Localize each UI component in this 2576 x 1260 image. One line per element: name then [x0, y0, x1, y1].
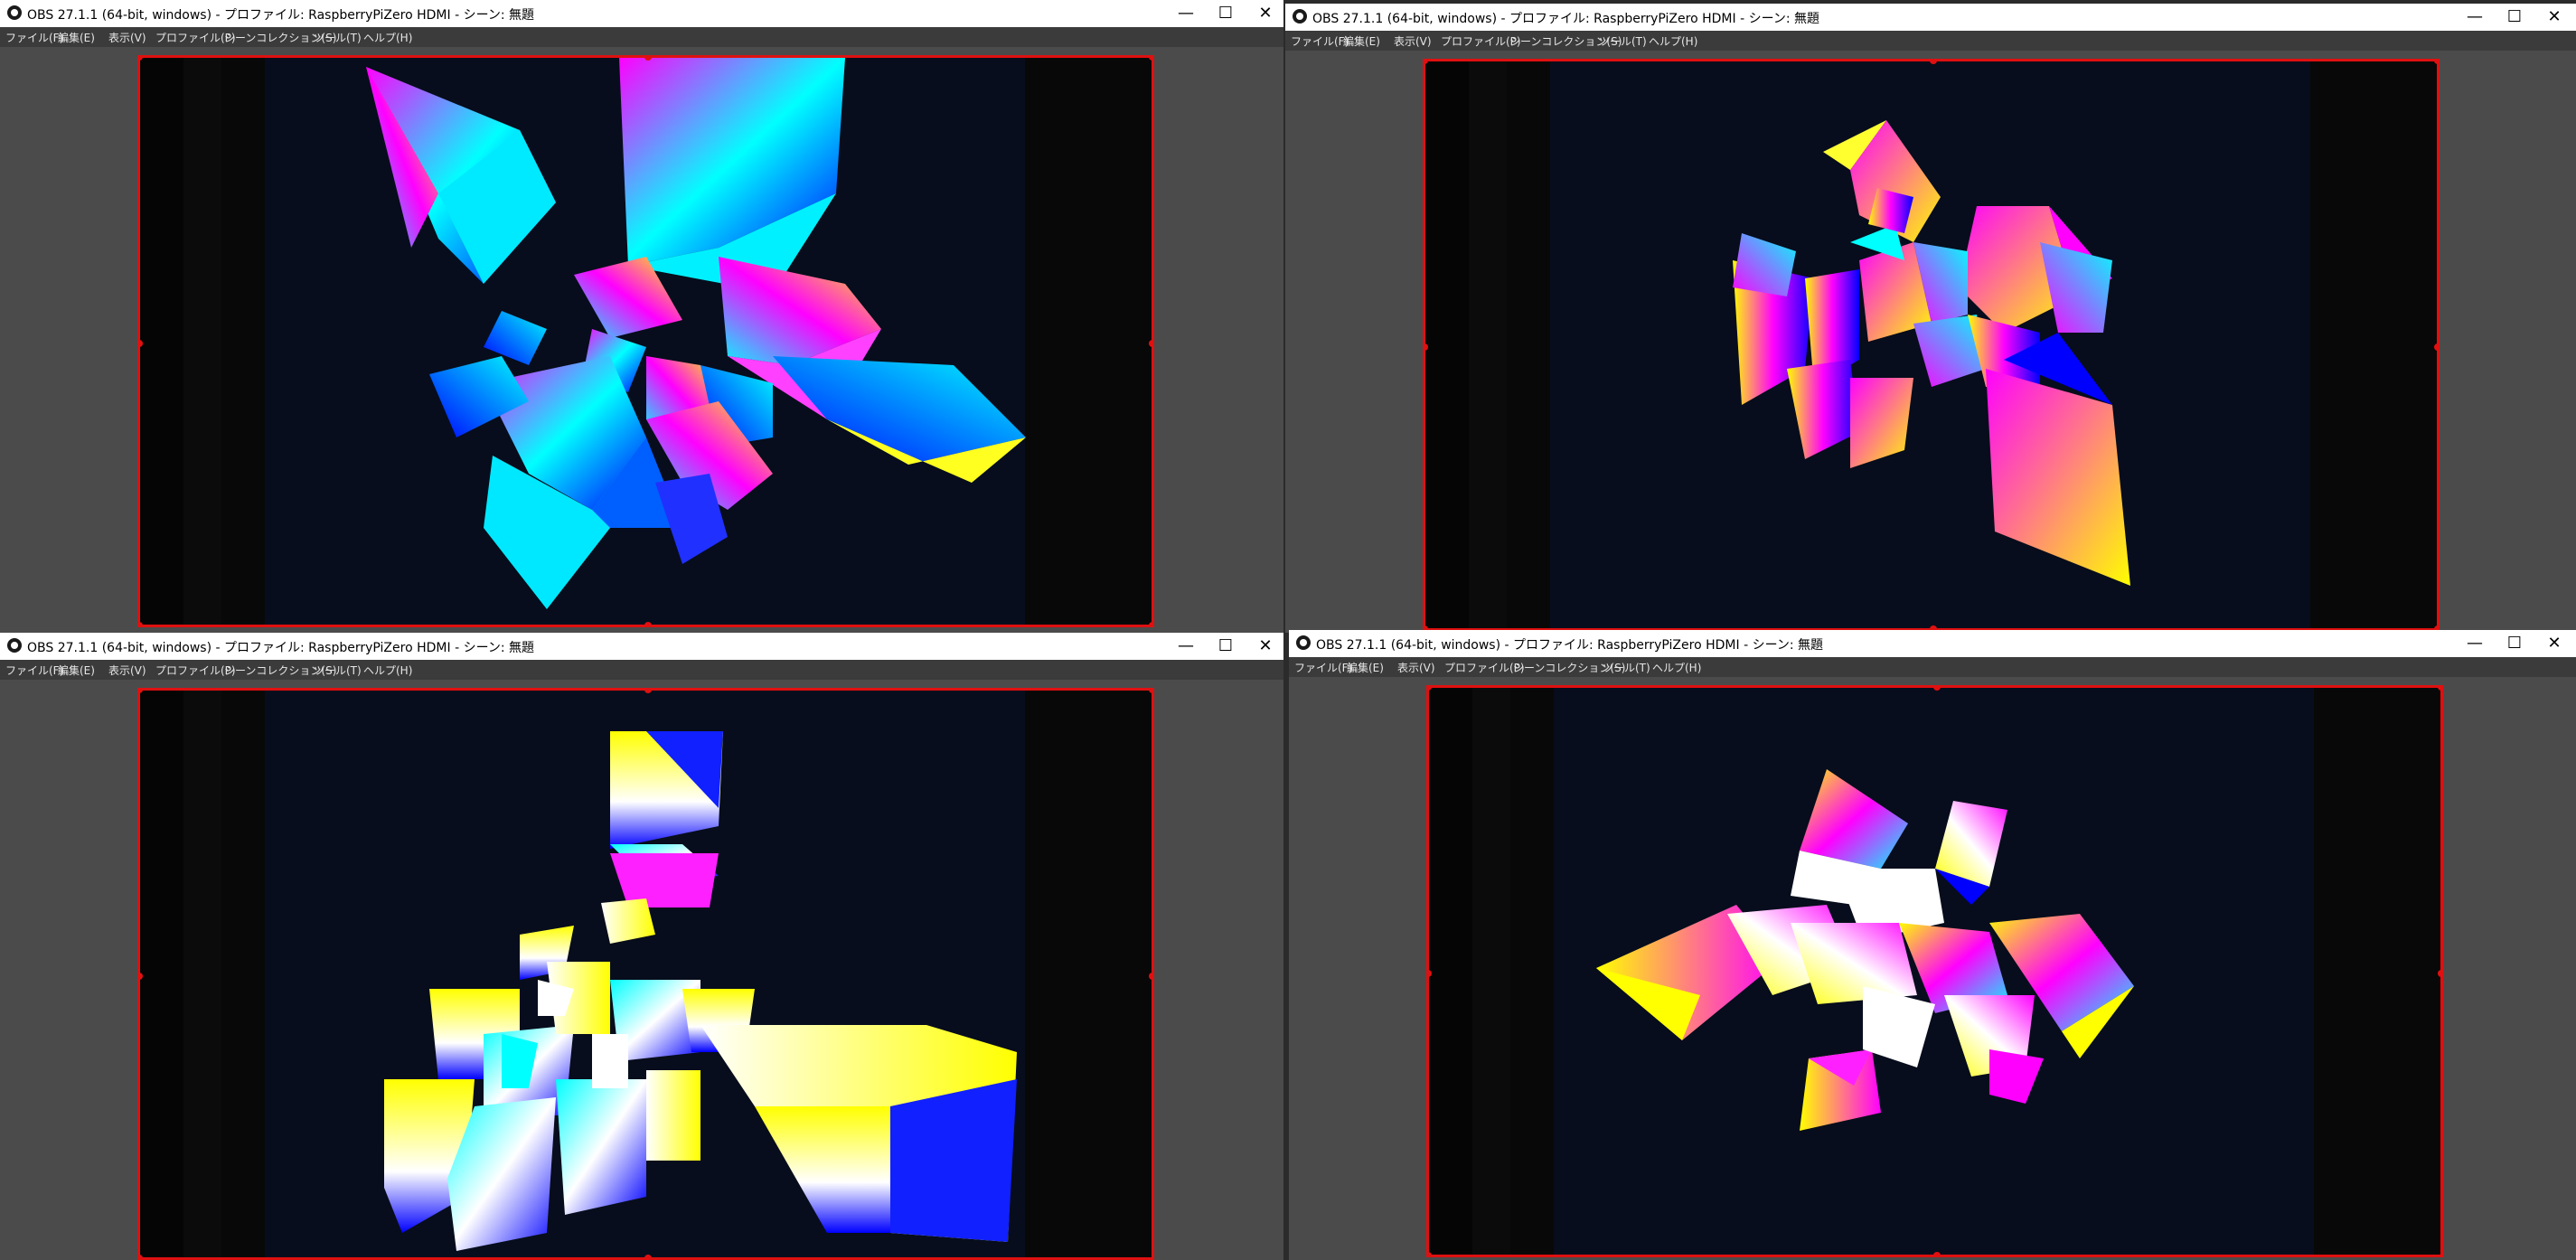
title-bar[interactable]: OBS 27.1.1 (64-bit, windows) - プロファイル: R…	[0, 0, 1283, 27]
resize-handle[interactable]	[1149, 622, 1152, 625]
resize-handle[interactable]	[1149, 691, 1152, 693]
resize-handle[interactable]	[2438, 970, 2440, 977]
preview-canvas[interactable]	[137, 688, 1154, 1260]
close-button[interactable]: ✕	[1246, 633, 1283, 660]
obs-app-icon	[7, 5, 22, 20]
maximize-button[interactable]: ☐	[1206, 0, 1246, 27]
title-bar[interactable]: OBS 27.1.1 (64-bit, windows) - プロファイル: R…	[1285, 4, 2576, 31]
resize-handle[interactable]	[1149, 340, 1152, 347]
menu-edit[interactable]: 編集(E)	[58, 663, 95, 678]
close-button[interactable]: ✕	[1246, 0, 1283, 27]
maximize-button[interactable]: ☐	[2495, 4, 2534, 31]
resize-handle[interactable]	[2438, 688, 2440, 691]
polyhedra-render	[1596, 769, 2134, 1131]
resize-handle[interactable]	[1149, 58, 1152, 61]
menu-file[interactable]: ファイル(F)	[1291, 33, 1349, 49]
minimize-button[interactable]: —	[1166, 633, 1206, 660]
menu-edit[interactable]: 編集(E)	[1343, 33, 1380, 49]
close-button[interactable]: ✕	[2534, 4, 2574, 31]
polyhedra-render	[384, 731, 1017, 1251]
preview-canvas[interactable]	[1426, 685, 2443, 1257]
window-title: OBS 27.1.1 (64-bit, windows) - プロファイル: R…	[1312, 12, 1820, 26]
window-title: OBS 27.1.1 (64-bit, windows) - プロファイル: R…	[27, 641, 535, 655]
menu-bar: ファイル(F) 編集(E) 表示(V) プロファイル(P) シーンコレクション(…	[1289, 657, 2576, 677]
preview-canvas[interactable]	[1423, 59, 2440, 631]
menu-file[interactable]: ファイル(F)	[5, 663, 63, 678]
menu-help[interactable]: ヘルプ(H)	[1649, 33, 1697, 49]
menu-tools[interactable]: ツール(T)	[1599, 33, 1647, 49]
resize-handle[interactable]	[2434, 343, 2437, 351]
obs-window-bottom-left: OBS 27.1.1 (64-bit, windows) - プロファイル: R…	[0, 633, 1283, 1260]
menu-tools[interactable]: ツール(T)	[314, 663, 362, 678]
menu-view[interactable]: 表示(V)	[108, 663, 146, 678]
obs-app-icon	[1296, 635, 1311, 650]
resize-handle[interactable]	[644, 1255, 652, 1257]
menu-bar: ファイル(F) 編集(E) 表示(V) プロファイル(P) シーンコレクション(…	[0, 660, 1283, 680]
menu-bar: ファイル(F) 編集(E) 表示(V) プロファイル(P) シーンコレクション(…	[1285, 31, 2576, 51]
menu-file[interactable]: ファイル(F)	[5, 30, 63, 45]
obs-window-top-left: OBS 27.1.1 (64-bit, windows) - プロファイル: R…	[0, 0, 1283, 633]
minimize-button[interactable]: —	[2455, 4, 2495, 31]
window-title: OBS 27.1.1 (64-bit, windows) - プロファイル: R…	[1316, 638, 1824, 653]
obs-window-bottom-right: OBS 27.1.1 (64-bit, windows) - プロファイル: R…	[1289, 630, 2576, 1260]
title-bar[interactable]: OBS 27.1.1 (64-bit, windows) - プロファイル: R…	[1289, 630, 2576, 657]
close-button[interactable]: ✕	[2534, 630, 2574, 657]
obs-app-icon	[1293, 9, 1307, 24]
resize-handle[interactable]	[1429, 1252, 1432, 1255]
maximize-button[interactable]: ☐	[2495, 630, 2534, 657]
resize-handle[interactable]	[1149, 973, 1152, 980]
menu-file[interactable]: ファイル(F)	[1294, 660, 1352, 675]
menu-view[interactable]: 表示(V)	[1397, 660, 1435, 675]
resize-handle[interactable]	[140, 622, 143, 625]
menu-bar: ファイル(F) 編集(E) 表示(V) プロファイル(P) シーンコレクション(…	[0, 27, 1283, 47]
preview-canvas[interactable]	[137, 55, 1154, 627]
resize-handle[interactable]	[2434, 61, 2437, 64]
menu-help[interactable]: ヘルプ(H)	[1652, 660, 1701, 675]
menu-view[interactable]: 表示(V)	[1394, 33, 1432, 49]
menu-help[interactable]: ヘルプ(H)	[363, 663, 412, 678]
maximize-button[interactable]: ☐	[1206, 633, 1246, 660]
title-bar[interactable]: OBS 27.1.1 (64-bit, windows) - プロファイル: R…	[0, 633, 1283, 660]
menu-help[interactable]: ヘルプ(H)	[363, 30, 412, 45]
minimize-button[interactable]: —	[2455, 630, 2495, 657]
menu-tools[interactable]: ツール(T)	[1603, 660, 1650, 675]
obs-app-icon	[7, 638, 22, 653]
menu-view[interactable]: 表示(V)	[108, 30, 146, 45]
menu-edit[interactable]: 編集(E)	[58, 30, 95, 45]
resize-handle[interactable]	[140, 1255, 143, 1257]
window-title: OBS 27.1.1 (64-bit, windows) - プロファイル: R…	[27, 8, 535, 23]
resize-handle[interactable]	[644, 622, 652, 625]
polyhedra-render	[366, 58, 1026, 609]
menu-edit[interactable]: 編集(E)	[1347, 660, 1384, 675]
menu-tools[interactable]: ツール(T)	[314, 30, 362, 45]
resize-handle[interactable]	[1933, 1252, 1941, 1255]
minimize-button[interactable]: —	[1166, 0, 1206, 27]
obs-window-top-right: OBS 27.1.1 (64-bit, windows) - プロファイル: R…	[1285, 4, 2576, 633]
polyhedra-render	[1733, 120, 2130, 586]
